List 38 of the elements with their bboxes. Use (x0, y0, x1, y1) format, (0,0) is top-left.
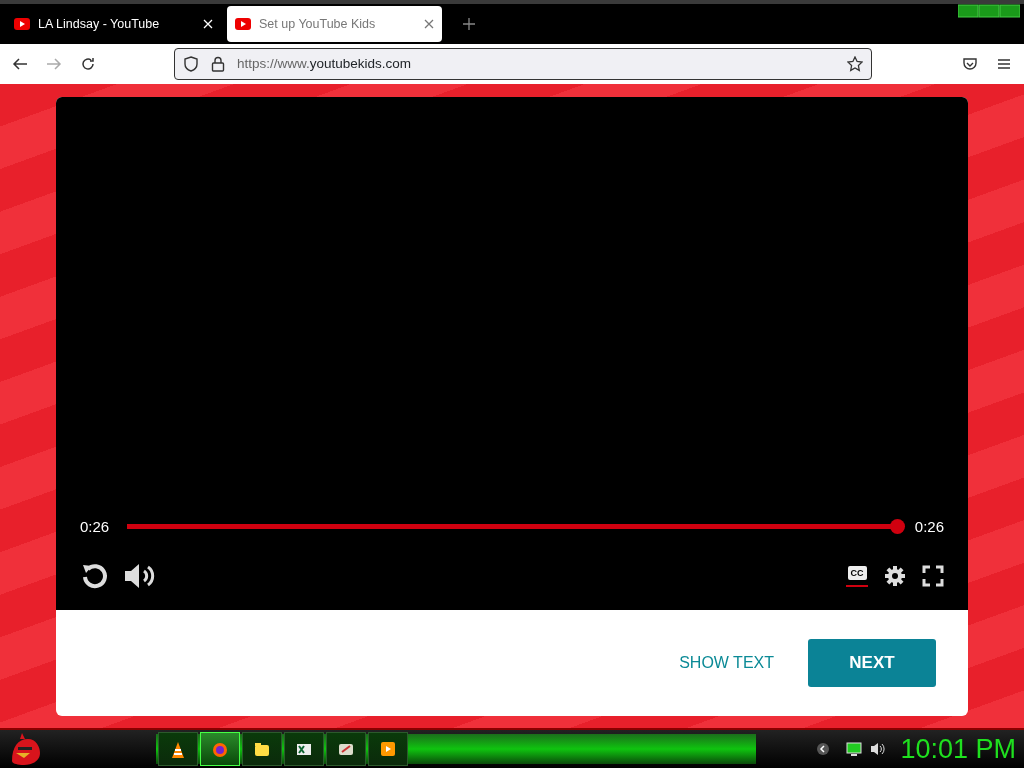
star-icon[interactable] (847, 56, 863, 72)
monitor-icon[interactable] (846, 742, 863, 756)
reload-icon[interactable] (80, 56, 96, 72)
play-logo-icon (235, 18, 251, 30)
cone-icon (169, 740, 187, 758)
address-bar[interactable]: https://www.youtubekids.com (174, 48, 872, 80)
taskbar-app[interactable] (284, 732, 324, 766)
back-icon[interactable] (12, 56, 28, 72)
replay-icon[interactable] (80, 562, 108, 590)
tab-title: LA Lindsay - YouTube (38, 15, 160, 33)
play-logo-icon (14, 18, 30, 30)
tab-title: Set up YouTube Kids (259, 15, 376, 33)
duration-time: 0:26 (914, 516, 944, 537)
settings-icon[interactable] (884, 565, 906, 587)
chevron-icon[interactable] (816, 742, 831, 756)
fullscreen-icon[interactable] (922, 565, 944, 587)
browser-icon (211, 740, 229, 758)
taskbar-clock: 10:01 PM (900, 732, 1016, 766)
lock-icon[interactable] (211, 56, 225, 72)
next-button[interactable]: NEXT (808, 639, 936, 687)
progress-handle[interactable] (889, 519, 905, 535)
window-controls-drawing[interactable] (958, 4, 1020, 18)
browser-tab[interactable]: LA Lindsay - YouTube (6, 6, 221, 42)
media-player-icon (379, 740, 397, 758)
show-text-button[interactable]: SHOW TEXT (673, 650, 780, 676)
folder-icon (253, 740, 271, 758)
url-text: https://www.youtubekids.com (237, 54, 412, 73)
pocket-icon[interactable] (962, 56, 978, 72)
taskbar-app[interactable] (326, 732, 366, 766)
elapsed-time: 0:26 (80, 516, 110, 537)
speaker-icon[interactable] (870, 742, 887, 756)
taskbar-app[interactable] (368, 732, 408, 766)
menu-icon[interactable] (996, 56, 1012, 72)
browser-tab[interactable]: Set up YouTube Kids (227, 6, 442, 42)
taskbar-app[interactable] (158, 732, 198, 766)
new-tab-icon[interactable] (462, 17, 476, 31)
taskbar-app[interactable] (242, 732, 282, 766)
shield-icon[interactable] (183, 56, 199, 72)
